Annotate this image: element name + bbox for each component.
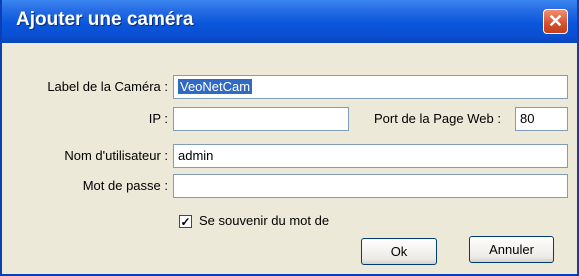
password-input[interactable]: [173, 174, 568, 198]
window-title: Ajouter une caméra: [16, 9, 194, 30]
port-label: Port de la Page Web :: [374, 111, 501, 126]
dialog-content: Label de la Caméra : VeoNetCam IP : Port…: [2, 43, 577, 274]
camera-label-label: Label de la Caméra :: [47, 79, 168, 94]
ok-button[interactable]: Ok: [361, 238, 437, 265]
dialog-window: Ajouter une caméra ✕ Label de la Caméra …: [0, 0, 579, 276]
ip-input[interactable]: [173, 107, 349, 131]
username-label: Nom d'utilisateur :: [64, 148, 168, 163]
camera-label-value: VeoNetCam: [178, 79, 253, 94]
title-bar[interactable]: Ajouter une caméra ✕: [2, 0, 577, 43]
camera-label-input[interactable]: VeoNetCam: [173, 75, 568, 99]
ip-label: IP :: [148, 111, 168, 126]
cancel-button[interactable]: Annuler: [469, 236, 554, 263]
remember-password-checkbox[interactable]: ✓: [179, 215, 192, 228]
username-input[interactable]: admin: [173, 144, 568, 168]
port-input[interactable]: 80: [515, 107, 568, 131]
remember-password-label: Se souvenir du mot de: [199, 213, 330, 228]
close-icon[interactable]: ✕: [543, 9, 568, 34]
password-label: Mot de passe :: [82, 178, 168, 193]
